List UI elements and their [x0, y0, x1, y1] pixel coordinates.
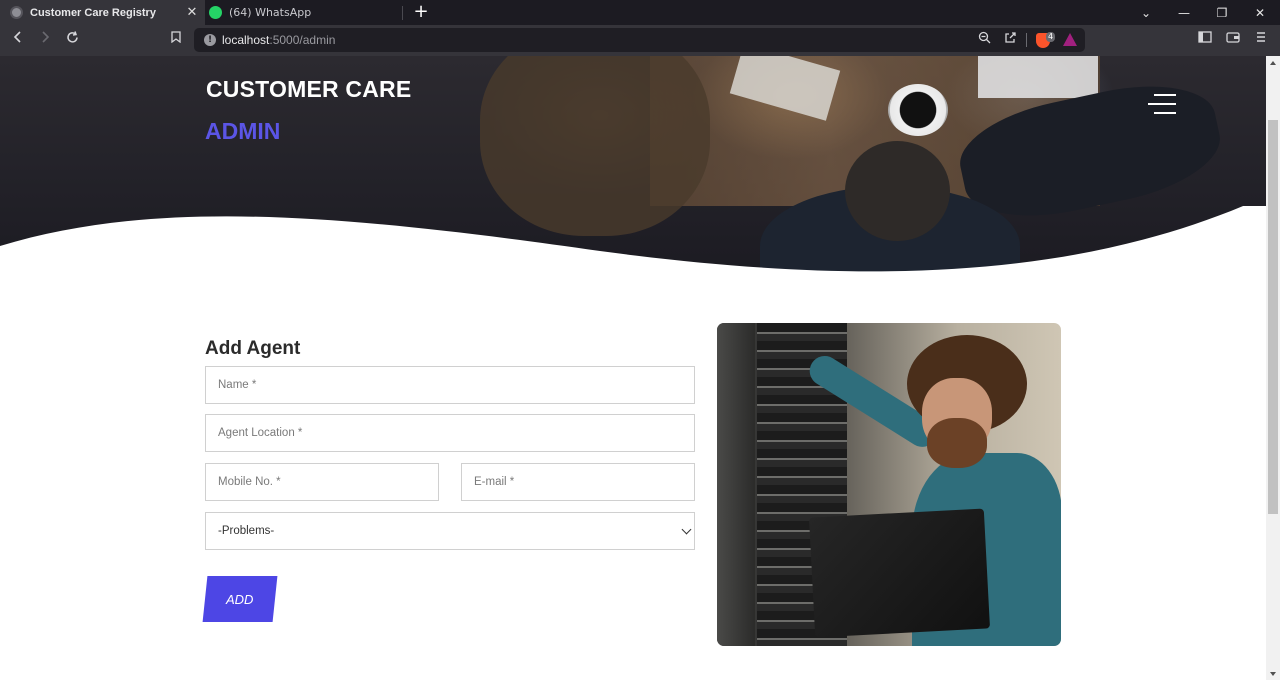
tab-whatsapp[interactable]: (64) WhatsApp: [205, 0, 403, 25]
scrollbar-thumb[interactable]: [1268, 120, 1278, 514]
wallet-icon[interactable]: [1223, 31, 1243, 49]
close-window-button[interactable]: ✕: [1241, 0, 1279, 25]
url-path: :5000/admin: [269, 33, 336, 47]
brave-rewards-icon[interactable]: [1063, 33, 1077, 46]
zoom-icon[interactable]: [974, 31, 994, 49]
problems-select[interactable]: -Problems-: [205, 512, 695, 550]
forward-icon[interactable]: [35, 31, 55, 49]
tab-title: Customer Care Registry: [30, 6, 156, 19]
whatsapp-icon: [209, 6, 222, 19]
tab-title: (64) WhatsApp: [229, 6, 312, 19]
reload-icon[interactable]: [62, 31, 82, 49]
site-brand[interactable]: CUSTOMER CARE: [206, 76, 411, 103]
agent-photo: [717, 323, 1061, 646]
hero-banner: CUSTOMER CARE ADMIN: [0, 56, 1266, 272]
tab-list-button[interactable]: ⌄: [1127, 0, 1165, 25]
url-separator: [1026, 33, 1027, 47]
chevron-down-icon: [681, 524, 692, 535]
close-tab-icon[interactable]: ✕: [185, 5, 199, 20]
form-title: Add Agent: [205, 338, 301, 359]
hero-wave: [0, 206, 1266, 272]
shields-count-badge: 4: [1046, 32, 1056, 42]
email-input[interactable]: E-mail *: [461, 463, 695, 501]
agent-location-input[interactable]: Agent Location *: [205, 414, 695, 452]
maximize-button[interactable]: ❐: [1203, 0, 1241, 25]
site-info-icon[interactable]: !: [204, 34, 216, 46]
hamburger-menu-icon[interactable]: [1146, 94, 1176, 116]
tab-divider: [402, 6, 403, 20]
url-text[interactable]: localhost:5000/admin: [222, 33, 335, 47]
photo-person-beard: [927, 418, 987, 468]
sidebar-icon[interactable]: [1195, 31, 1215, 49]
photo-server-rack: [717, 323, 755, 646]
hero-photo-coffee-cup: [888, 84, 948, 136]
site-subtitle: ADMIN: [205, 118, 281, 144]
tab-customer-care-registry[interactable]: Customer Care Registry ✕: [0, 0, 205, 25]
name-input[interactable]: Name *: [205, 366, 695, 404]
page-viewport: CUSTOMER CARE ADMIN Add Agent Name * Age…: [0, 56, 1266, 680]
hero-photo-paper: [978, 56, 1098, 98]
photo-laptop: [808, 508, 991, 638]
globe-icon: [10, 6, 23, 19]
add-button-label: ADD: [226, 591, 254, 607]
new-tab-button[interactable]: +: [413, 3, 429, 21]
url-host: localhost: [222, 33, 270, 47]
menu-icon[interactable]: [1251, 31, 1271, 49]
bookmark-icon[interactable]: [166, 31, 186, 49]
mobile-input[interactable]: Mobile No. *: [205, 463, 439, 501]
scroll-up-icon[interactable]: [1270, 61, 1276, 65]
add-button[interactable]: ADD: [202, 576, 278, 622]
scroll-down-icon[interactable]: [1270, 672, 1276, 676]
minimize-button[interactable]: —: [1165, 0, 1203, 25]
share-icon[interactable]: [1000, 31, 1020, 49]
browser-tab-strip: Customer Care Registry ✕ (64) WhatsApp +…: [0, 0, 1280, 25]
back-icon[interactable]: [8, 31, 28, 49]
problems-select-value: -Problems-: [218, 525, 275, 537]
page-scrollbar[interactable]: [1266, 56, 1280, 680]
